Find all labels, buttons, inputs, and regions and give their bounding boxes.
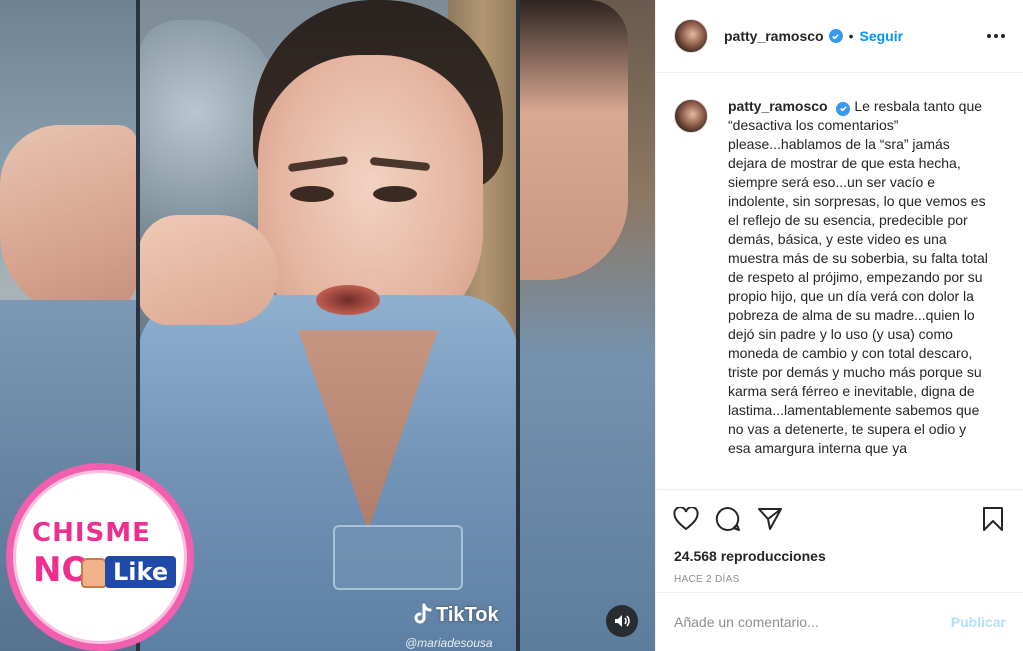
post-timestamp[interactable]: HACE 2 DÍAS xyxy=(656,568,1023,592)
lips-image xyxy=(316,285,380,315)
more-options-icon[interactable] xyxy=(987,26,1005,46)
avatar[interactable] xyxy=(674,99,708,133)
action-bar xyxy=(656,490,1023,548)
brand-logo-top: CHISME xyxy=(32,518,151,548)
username[interactable]: patty_ramosco xyxy=(724,28,824,44)
caption-username[interactable]: patty_ramosco xyxy=(728,98,828,114)
right-eye xyxy=(373,186,417,202)
brand-logo-badge: CHISME NO Like xyxy=(6,463,194,651)
face-side-image xyxy=(518,0,628,280)
post-sidebar: patty_ramosco • Seguir patty_ramosco Le … xyxy=(655,0,1023,651)
caption-text: patty_ramosco Le resbala tanto que “desa… xyxy=(728,97,992,489)
hand-on-face-image xyxy=(138,215,278,325)
caption-body: Le resbala tanto que “desactiva los come… xyxy=(728,98,988,456)
thumbs-down-icon xyxy=(81,558,107,588)
verified-icon xyxy=(836,101,851,116)
video-player[interactable]: TikTok @mariadesousa CHISME NO Like xyxy=(0,0,655,651)
video-frame-center xyxy=(138,0,518,651)
brand-logo-like: Like xyxy=(105,556,177,588)
save-button[interactable] xyxy=(979,505,1007,533)
comment-bar: Publicar xyxy=(656,592,1023,651)
heart-icon xyxy=(673,507,699,531)
share-button[interactable] xyxy=(756,505,784,533)
comment-icon xyxy=(715,506,740,531)
bookmark-icon xyxy=(983,507,1003,531)
tiktok-icon xyxy=(414,603,432,624)
hand-image xyxy=(0,125,138,315)
publish-button[interactable]: Publicar xyxy=(951,614,1006,630)
tiktok-logo-text: TikTok xyxy=(436,603,499,626)
separator-dot: • xyxy=(848,28,854,44)
avatar[interactable] xyxy=(674,19,708,53)
video-frame-right xyxy=(518,0,655,651)
view-count[interactable]: 24.568 reproducciones xyxy=(656,548,1023,568)
comment-input[interactable] xyxy=(674,614,951,630)
like-button[interactable] xyxy=(672,505,700,533)
share-icon xyxy=(758,508,782,530)
tiktok-handle: @mariadesousa xyxy=(405,636,493,650)
post-header: patty_ramosco • Seguir xyxy=(656,0,1023,73)
follow-button[interactable]: Seguir xyxy=(860,28,904,44)
verified-icon xyxy=(828,29,843,43)
frame-divider xyxy=(516,0,520,651)
tiktok-watermark: TikTok xyxy=(412,600,499,630)
volume-button[interactable] xyxy=(606,605,638,637)
jacket-pocket xyxy=(333,525,463,590)
comment-button[interactable] xyxy=(714,505,742,533)
volume-icon xyxy=(615,615,630,627)
instagram-post-view: TikTok @mariadesousa CHISME NO Like patt… xyxy=(0,0,1023,651)
left-eye xyxy=(290,186,334,202)
caption-section: patty_ramosco Le resbala tanto que “desa… xyxy=(656,73,1023,490)
